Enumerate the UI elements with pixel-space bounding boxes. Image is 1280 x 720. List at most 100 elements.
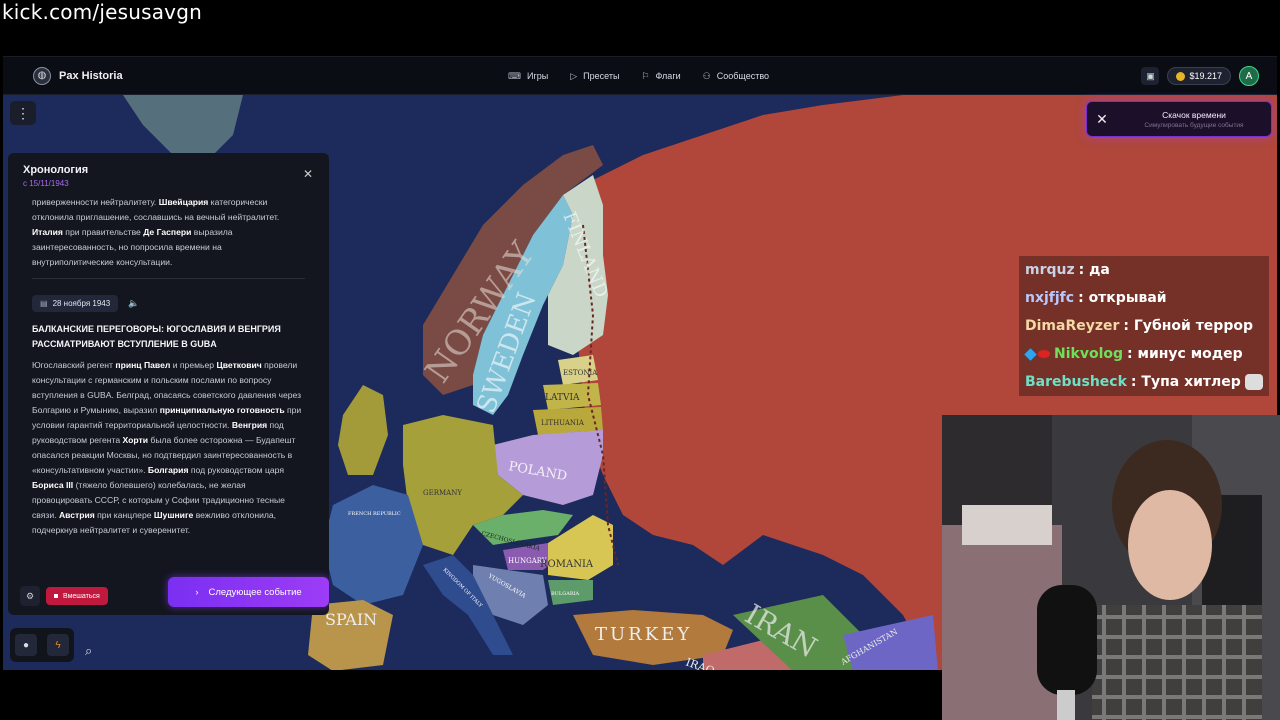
- country-name: Италия: [32, 227, 63, 237]
- coin-icon: [1176, 71, 1186, 81]
- nav-games[interactable]: ⌨ Игры: [508, 71, 548, 82]
- badge-icon: [1024, 347, 1037, 361]
- flag-icon: ⚐: [641, 70, 650, 81]
- chat-message: Nikvolog: минус модер: [1019, 340, 1269, 368]
- search-icon[interactable]: ⌕: [85, 643, 92, 659]
- nav-games-label: Игры: [527, 71, 549, 81]
- label-france: FRENCH REPUBLIC: [348, 511, 401, 517]
- event-date-chip: ▤ 28 ноября 1943: [32, 295, 119, 312]
- globe-icon: ◍: [33, 66, 51, 85]
- chat-message: Barebusheck: Тупа хитлер: [1019, 368, 1269, 396]
- calendar-icon: ▤: [40, 299, 48, 308]
- text-span: при канцлере: [94, 510, 154, 520]
- people-icon: ⚇: [702, 70, 711, 81]
- moderator-badge-icon: [1038, 350, 1050, 358]
- label-turkey: TURKEY: [595, 624, 692, 645]
- stream-chat: mrquz: да nxjfjfc: открывай DimaReyzer: …: [1019, 256, 1269, 396]
- text-span: приверженности нейтралитету.: [32, 197, 159, 207]
- next-event-label: Следующее событие: [208, 586, 302, 598]
- nav-community-label: Сообщество: [716, 71, 770, 81]
- logo[interactable]: ◍ Pax Historia: [33, 66, 123, 85]
- close-icon[interactable]: ✕: [303, 167, 313, 181]
- chat-separator: :: [1078, 290, 1089, 306]
- nav-flags[interactable]: ⚐ Флаги: [641, 71, 680, 82]
- next-event-button[interactable]: › Следующее событие: [168, 577, 329, 607]
- label-germany: GERMANY: [423, 489, 462, 497]
- chat-message: mrquz: да: [1019, 256, 1269, 284]
- nav-flags-label: Флаги: [655, 71, 681, 81]
- bolt-icon[interactable]: ϟ: [47, 634, 69, 656]
- text-span: при правительстве: [62, 227, 144, 237]
- chat-username: mrquz: [1025, 262, 1075, 278]
- bold-span: принц Павел: [115, 360, 171, 370]
- chronology-title: Хронология: [23, 164, 89, 176]
- time-jump-subtitle: Симулировать будущие события: [1144, 121, 1244, 129]
- divider: [32, 278, 305, 279]
- time-jump-card[interactable]: ✕ Скачок времени Симулировать будущие со…: [1086, 101, 1272, 137]
- text-span: и премьер: [170, 360, 217, 370]
- leader-name: Де Гаспери: [143, 227, 192, 237]
- bold-span: Болгария: [147, 465, 189, 475]
- chronology-panel: Хронология с 15/11/1943 ✕ приверженности…: [8, 153, 329, 615]
- balance-badge[interactable]: $19.217: [1167, 67, 1231, 85]
- chat-text: да: [1089, 262, 1110, 278]
- bold-span: Венгрия: [231, 420, 268, 430]
- chat-text: минус модер: [1137, 346, 1243, 362]
- chat-username: DimaReyzer: [1025, 318, 1120, 334]
- label-spain: SPAIN: [325, 610, 377, 629]
- app-name: Pax Historia: [59, 69, 123, 82]
- webcam-image: [942, 415, 1280, 720]
- menu-button[interactable]: ⋮: [10, 101, 36, 125]
- chat-username: Barebusheck: [1025, 374, 1127, 390]
- speaker-icon[interactable]: 🔈: [128, 298, 139, 309]
- stop-icon: [54, 594, 58, 598]
- gift-icon[interactable]: ▣: [1141, 67, 1160, 85]
- chronology-feed[interactable]: приверженности нейтралитету. Швейцария к…: [8, 197, 329, 567]
- chat-separator: :: [1127, 346, 1138, 362]
- chronology-since: с 15/11/1943: [23, 179, 69, 188]
- intervene-label: Вмешаться: [63, 592, 100, 600]
- nav-presets-label: Пресеты: [583, 71, 620, 81]
- chronology-header: Хронология с 15/11/1943 ✕: [8, 153, 329, 197]
- bottom-toolbar: ● ϟ: [10, 628, 74, 662]
- label-romania: ROMANIA: [540, 559, 594, 570]
- cat-emote-icon: [1244, 374, 1263, 390]
- top-bar: ◍ Pax Historia ⌨ Игры ▷ Пресеты ⚐ Флаги …: [3, 57, 1277, 95]
- stream-frame: kick.com/jesusavgn ◍ Pax Historia ⌨ Игры…: [0, 0, 1280, 720]
- text-span: Югославский регент: [32, 360, 116, 370]
- label-bulgaria: BULGARIA: [551, 591, 580, 597]
- stream-url: kick.com/jesusavgn: [2, 0, 202, 24]
- intervene-button[interactable]: Вмешаться: [46, 587, 108, 605]
- text-span: под руководством царя: [188, 465, 285, 475]
- previous-event-text: приверженности нейтралитету. Швейцария к…: [32, 197, 305, 270]
- time-jump-text: Скачок времени Симулировать будущие собы…: [1117, 110, 1271, 129]
- close-icon[interactable]: ✕: [1087, 111, 1117, 128]
- chronology-footer: ⚙ Вмешаться › Следующее событие: [8, 577, 329, 615]
- nav-community[interactable]: ⚇ Сообщество: [703, 71, 769, 82]
- balance-value: $19.217: [1189, 71, 1222, 81]
- chat-text: открывай: [1088, 290, 1167, 306]
- chat-message: DimaReyzer: Губной террор: [1019, 312, 1269, 340]
- chat-username: Nikvolog: [1054, 346, 1124, 362]
- label-estonia: ESTONIA: [563, 369, 598, 377]
- chat-icon[interactable]: ●: [15, 634, 37, 656]
- top-right-controls: ▣ $19.217 A: [1141, 57, 1259, 95]
- chevron-right-icon: ›: [195, 586, 199, 598]
- label-latvia: LATVIA: [545, 393, 580, 403]
- play-icon: ▷: [570, 70, 578, 81]
- event-date: 28 ноября 1943: [52, 299, 111, 308]
- gamepad-icon: ⌨: [508, 70, 521, 81]
- time-jump-title: Скачок времени: [1162, 109, 1226, 120]
- country-name: Швейцария: [158, 197, 209, 207]
- avatar[interactable]: A: [1239, 66, 1259, 86]
- bold-span: Шушниге: [153, 510, 194, 520]
- chat-separator: :: [1078, 262, 1090, 278]
- event-text: Югославский регент принц Павел и премьер…: [32, 358, 305, 538]
- nav-presets[interactable]: ▷ Пресеты: [570, 71, 619, 82]
- webcam-feed: [942, 415, 1280, 720]
- bold-span: Хорти: [122, 435, 149, 445]
- main-nav: ⌨ Игры ▷ Пресеты ⚐ Флаги ⚇ Сообщество: [508, 57, 769, 95]
- event-date-row: ▤ 28 ноября 1943 🔈: [32, 295, 305, 312]
- bold-span: принципиальную готовность: [159, 405, 285, 415]
- gear-icon[interactable]: ⚙: [20, 586, 40, 606]
